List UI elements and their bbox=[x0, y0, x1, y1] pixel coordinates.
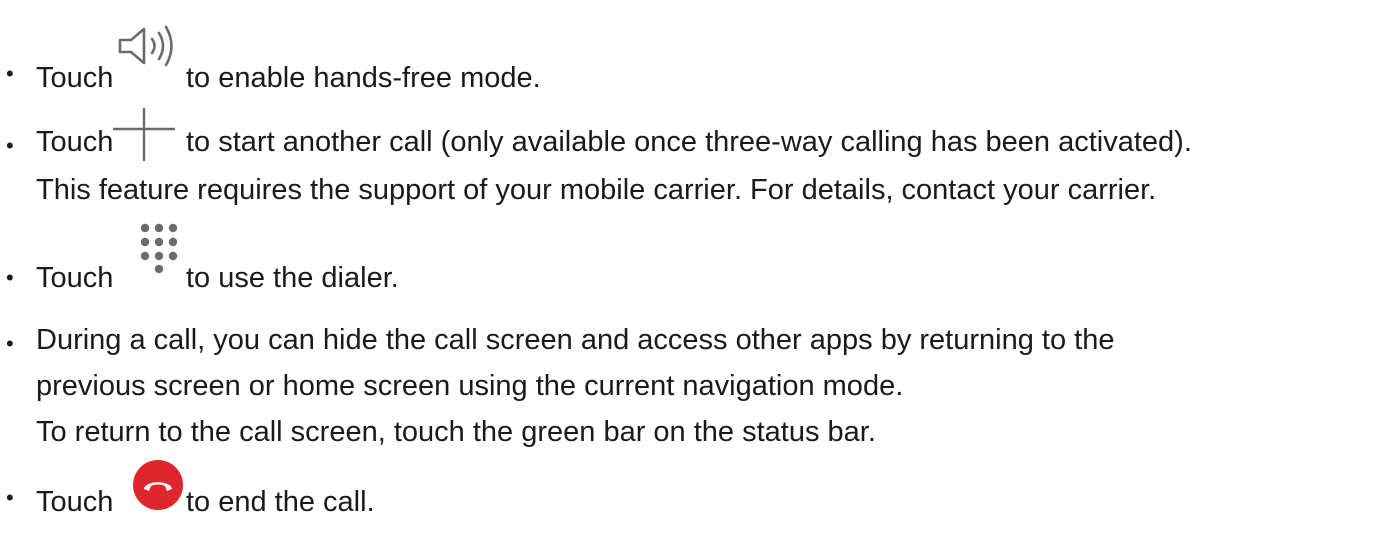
dialpad-icon bbox=[140, 223, 178, 274]
bullet: • bbox=[6, 485, 14, 510]
item-line1-text: During a call, you can hide the call scr… bbox=[36, 324, 1115, 356]
item-post-text: to use the dialer. bbox=[186, 262, 399, 294]
item-post-text: to start another call (only available on… bbox=[186, 126, 1192, 158]
item-pre-text: Touch bbox=[36, 262, 114, 294]
item-post-text: to enable hands-free mode. bbox=[186, 62, 541, 94]
bullet: • bbox=[6, 61, 14, 86]
item-line2-text: previous screen or home screen using the… bbox=[36, 370, 904, 402]
item-pre-text: Touch bbox=[36, 486, 114, 518]
bullet: • bbox=[6, 331, 14, 356]
item-pre-text: Touch bbox=[36, 126, 114, 158]
speaker-icon bbox=[118, 25, 173, 67]
bullet: • bbox=[6, 265, 14, 290]
item-post-text: to end the call. bbox=[186, 486, 375, 518]
end-call-icon bbox=[133, 460, 183, 510]
item-line3-text: To return to the call screen, touch the … bbox=[36, 416, 876, 448]
bullet: • bbox=[6, 133, 14, 158]
plus-icon bbox=[113, 108, 175, 161]
item-line2-text: This feature requires the support of you… bbox=[36, 174, 1157, 206]
item-pre-text: Touch bbox=[36, 62, 114, 94]
